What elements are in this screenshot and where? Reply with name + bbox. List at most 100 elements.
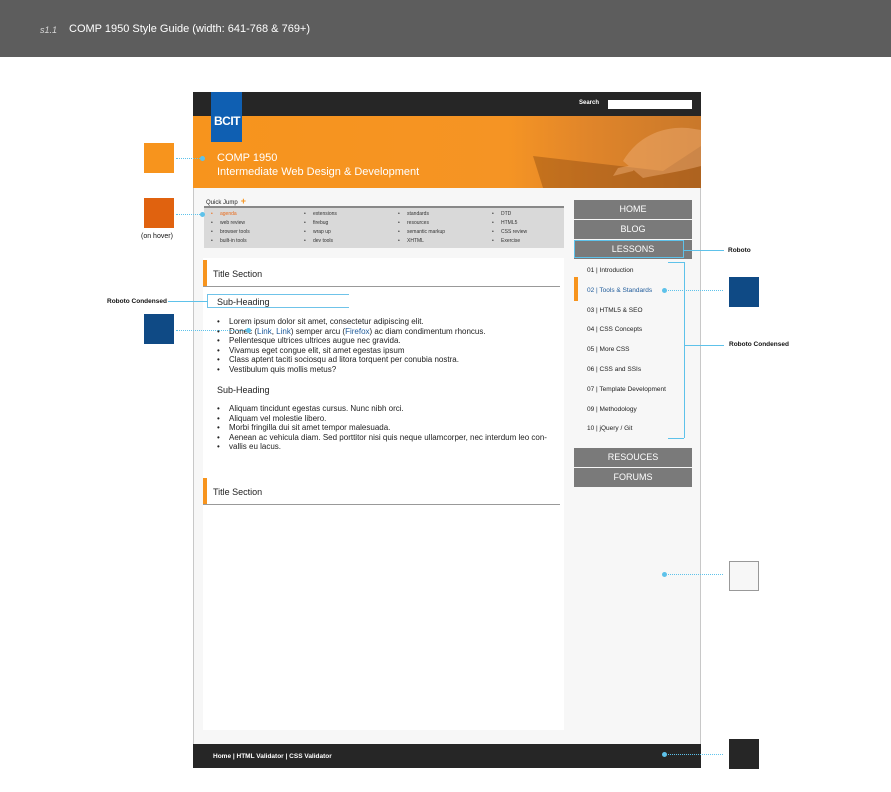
annotation-line [176, 330, 246, 331]
lesson-link[interactable]: 05 | More CSS [587, 346, 630, 353]
quick-jump-link[interactable]: firebug [313, 219, 337, 228]
search-label: Search [579, 100, 600, 106]
list-item: Vivamus eget congue elit, sit amet egest… [217, 346, 486, 356]
lesson-link-active[interactable]: 02 | Tools & Standards [587, 287, 652, 294]
quick-jump-link[interactable]: browser tools [220, 228, 250, 237]
list-item: Aliquam tincidunt egestas cursus. Nunc n… [217, 404, 547, 414]
quick-jump-column: standards resources semantic markup XHTM… [407, 210, 445, 246]
active-lesson-bar [574, 277, 578, 301]
quick-jump-link[interactable]: agenda [220, 210, 250, 219]
dark-swatch [729, 739, 759, 769]
list-item: Donec (Link, Link) semper arcu (Firefox)… [217, 327, 486, 337]
section-title: Title Section [203, 260, 560, 287]
course-code: COMP 1950 [217, 152, 278, 164]
section-title: Title Section [203, 478, 560, 505]
lessons-highlight-box [574, 240, 684, 258]
footer-css-validator-link[interactable]: CSS Validator [289, 753, 332, 760]
plus-icon[interactable]: + [241, 196, 246, 206]
site-footer: Home | HTML Validator | CSS Validator [193, 744, 701, 768]
content-link[interactable]: Link [276, 327, 291, 336]
style-guide-header: s1.1 COMP 1950 Style Guide (width: 641-7… [0, 0, 891, 57]
content-list: Aliquam tincidunt egestas cursus. Nunc n… [217, 404, 547, 452]
quick-jump-link[interactable]: standards [407, 210, 445, 219]
nav-resources[interactable]: RESOUCES [574, 448, 692, 467]
section-title-text: Title Section [213, 487, 263, 497]
annotation-line [684, 250, 724, 251]
sub-heading: Sub-Heading [217, 297, 270, 307]
lesson-link[interactable]: 06 | CSS and SSIs [587, 366, 641, 373]
orange-swatch [144, 143, 174, 173]
quick-jump-link[interactable]: XHTML [407, 237, 445, 246]
orange-hover-swatch [144, 198, 174, 228]
quick-jump-link[interactable]: Exercise [501, 237, 527, 246]
annotation-dot [662, 572, 667, 577]
lesson-link[interactable]: 09 | Methodology [587, 406, 637, 413]
list-item: Pellentesque ultrices ultrices augue nec… [217, 336, 486, 346]
content-link[interactable]: Firefox [345, 327, 369, 336]
lesson-link[interactable]: 10 | jQuery / Git [587, 425, 632, 432]
quick-jump-column: DTD HTML5 CSS review Exercise [501, 210, 527, 246]
quick-jump-column: agenda web review browser tools built-in… [220, 210, 250, 246]
quick-jump-link[interactable]: wrap up [313, 228, 337, 237]
lesson-link[interactable]: 07 | Template Development [587, 386, 666, 393]
lesson-link[interactable]: 04 | CSS Concepts [587, 326, 642, 333]
list-item: Morbi fringilla dui sit amet tempor male… [217, 423, 547, 433]
quick-jump-link[interactable]: dev tools [313, 237, 337, 246]
section-accent-bar [203, 260, 207, 286]
annotation-line [168, 301, 208, 302]
section-accent-bar [203, 478, 207, 504]
bcit-logo[interactable]: BCIT [211, 92, 242, 142]
lesson-link[interactable]: 01 | Introduction [587, 267, 634, 274]
blue-swatch [144, 314, 174, 344]
footer-links: Home | HTML Validator | CSS Validator [213, 753, 332, 760]
list-item: Aliquam vel molestie libero. [217, 414, 547, 424]
blue-swatch [729, 277, 759, 307]
quick-jump-link[interactable]: DTD [501, 210, 527, 219]
annotation-dot [200, 156, 205, 161]
list-item-continuation: vallis eu lacus. [217, 442, 547, 452]
course-name: Intermediate Web Design & Development [217, 166, 420, 178]
search-input[interactable] [608, 100, 692, 109]
annotation-dot [662, 752, 667, 757]
annotation-dot [200, 212, 205, 217]
quick-jump-column: extensions firebug wrap up dev tools [313, 210, 337, 246]
annotation-line [684, 345, 724, 346]
quick-jump-link[interactable]: extensions [313, 210, 337, 219]
roboto-label: Roboto [728, 247, 751, 254]
footer-html-validator-link[interactable]: HTML Validator [237, 753, 284, 760]
logo-text: BCIT [214, 114, 241, 128]
content-link[interactable]: Link [257, 327, 272, 336]
quick-jump-label: Quick Jump + [206, 196, 246, 206]
annotation-line [668, 290, 723, 291]
annotation-bracket [684, 262, 685, 438]
annotation-bracket [668, 438, 684, 439]
nav-forums[interactable]: FORUMS [574, 468, 692, 487]
nav-blog[interactable]: BLOG [574, 220, 692, 239]
section-title-text: Title Section [213, 269, 263, 279]
list-item: Class aptent taciti sociosqu ad litora t… [217, 355, 486, 365]
roboto-condensed-label: Roboto Condensed [107, 298, 167, 305]
list-item: Lorem ipsum dolor sit amet, consectetur … [217, 317, 486, 327]
annotation-dot [246, 328, 251, 333]
annotation-bracket [668, 262, 684, 263]
quick-jump-link[interactable]: built-in tools [220, 237, 250, 246]
nav-home[interactable]: HOME [574, 200, 692, 219]
quick-jump-link[interactable]: CSS review [501, 228, 527, 237]
annotation-dot [662, 288, 667, 293]
section-number: s1.1 [40, 25, 58, 35]
quick-jump-link[interactable]: web review [220, 219, 250, 228]
quick-jump-link[interactable]: semantic markup [407, 228, 445, 237]
lesson-link[interactable]: 03 | HTML5 & SEO [587, 307, 643, 314]
on-hover-label: (on hover) [141, 233, 173, 240]
style-guide-title: COMP 1950 Style Guide (width: 641-768 & … [69, 23, 311, 35]
footer-home-link[interactable]: Home [213, 753, 231, 760]
sub-heading: Sub-Heading [217, 385, 270, 395]
quick-jump-link[interactable]: resources [407, 219, 445, 228]
annotation-line [176, 158, 200, 159]
list-item: Aenean ac vehicula diam. Sed porttitor n… [217, 433, 547, 443]
annotation-line [668, 754, 723, 755]
list-item: Vestibulum quis mollis metus? [217, 365, 486, 375]
annotation-line [668, 574, 723, 575]
content-list: Lorem ipsum dolor sit amet, consectetur … [217, 317, 486, 375]
quick-jump-link[interactable]: HTML5 [501, 219, 527, 228]
